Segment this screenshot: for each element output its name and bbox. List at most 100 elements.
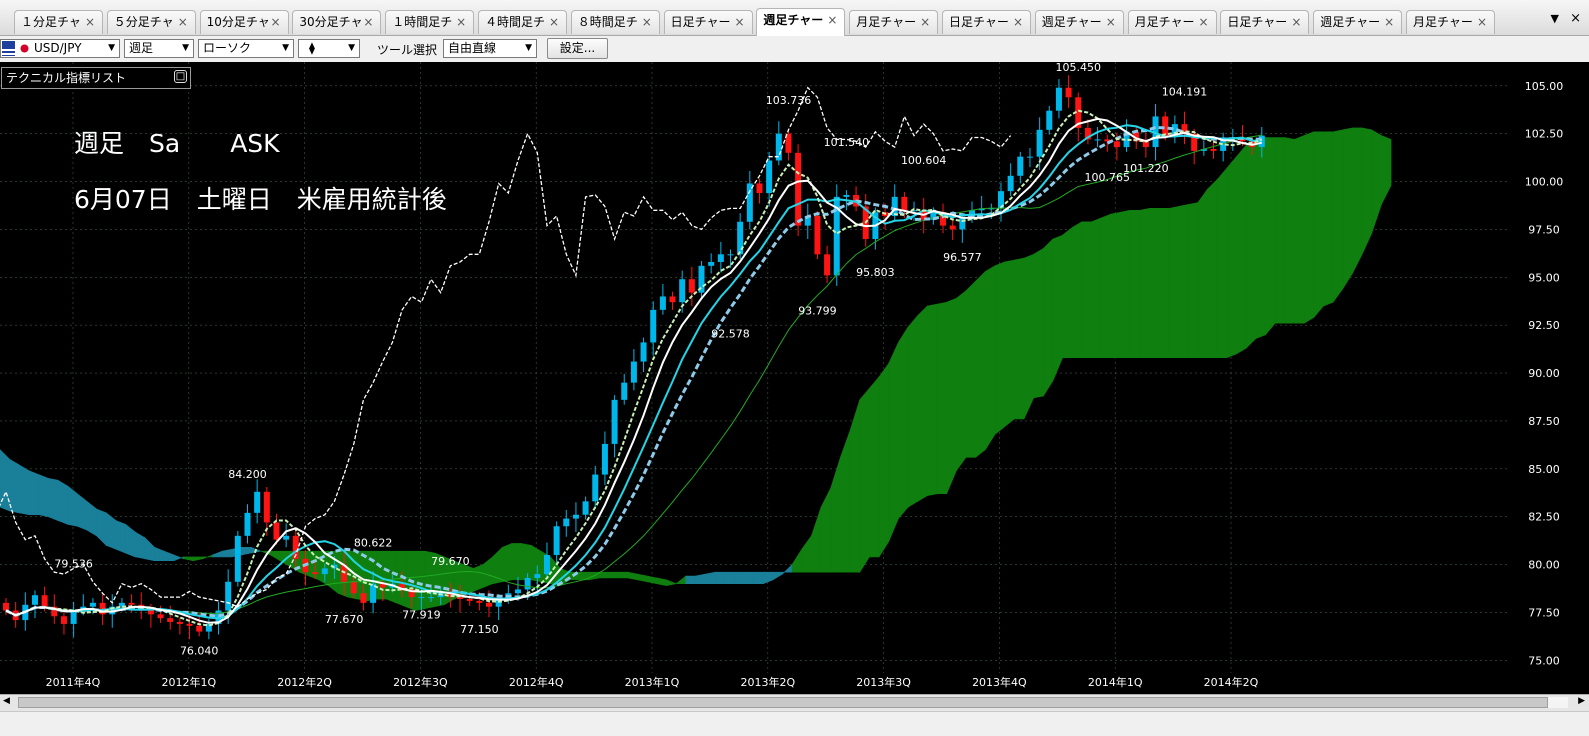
candle-body xyxy=(263,491,270,523)
cloud-segment xyxy=(898,326,909,520)
symbol-select[interactable]: USD/JPY ▼ xyxy=(0,39,120,58)
candle-body xyxy=(795,152,802,226)
tab-10[interactable]: 日足チャー × xyxy=(942,10,1031,34)
cloud-segment xyxy=(308,550,320,581)
cloud-segment xyxy=(1226,155,1237,359)
tab-15[interactable]: 月足チャー × xyxy=(1406,10,1495,34)
y-tick-label: 100.00 xyxy=(1525,176,1564,189)
tab-2[interactable]: 10分足チャ × xyxy=(199,10,289,34)
tab-close-icon[interactable]: × xyxy=(920,11,930,33)
candle-body xyxy=(514,589,521,594)
scroll-left-arrow-icon[interactable]: ◀ xyxy=(3,696,10,706)
tab-5[interactable]: ４時間足チ × xyxy=(478,10,567,34)
tab-close-icon[interactable]: × xyxy=(549,11,559,33)
candle-body xyxy=(611,399,618,444)
tab-1[interactable]: ５分足チャ × xyxy=(106,10,196,34)
candle-body xyxy=(31,595,38,605)
candle-body xyxy=(283,535,290,540)
candle-body xyxy=(717,254,724,262)
cloud-segment xyxy=(849,399,861,573)
cloud-segment xyxy=(1023,253,1034,420)
tab-14[interactable]: 週足チャー × xyxy=(1313,10,1403,34)
horizontal-scrollbar[interactable]: ◀ ▶ xyxy=(0,694,1589,711)
period-select[interactable]: 週足 ▼ xyxy=(124,39,194,58)
price-chart[interactable]: 105.450104.191103.736101.540100.604100.7… xyxy=(0,61,1589,694)
tab-close-icon[interactable]: × xyxy=(1106,11,1116,33)
candle-body xyxy=(1055,87,1062,111)
tab-list-dropdown-icon[interactable]: ▼ xyxy=(1551,12,1559,25)
candle-body xyxy=(196,625,203,632)
tab-11[interactable]: 週足チャー × xyxy=(1034,10,1124,34)
tab-close-icon[interactable]: × xyxy=(456,11,466,33)
tab-close-icon[interactable]: × xyxy=(827,9,837,31)
tab-close-icon[interactable]: × xyxy=(363,11,373,33)
tab-label: 週足チャー xyxy=(1320,15,1381,29)
tab-close-icon[interactable]: × xyxy=(178,11,188,33)
cloud-segment xyxy=(1178,204,1189,359)
candle-body xyxy=(1210,148,1217,151)
tab-close-icon[interactable]: × xyxy=(642,11,652,33)
panel-toggle-icon[interactable]: □ xyxy=(174,70,187,83)
tab-3[interactable]: 30分足チャ × xyxy=(292,10,382,34)
y-tick-label: 75.00 xyxy=(1528,654,1560,667)
tab-0[interactable]: １分足チャ × xyxy=(14,10,103,34)
price-annotation: 79.670 xyxy=(431,555,470,568)
tab-close-icon[interactable]: × xyxy=(1384,11,1394,33)
tab-close-icon[interactable]: × xyxy=(1291,11,1301,33)
close-all-tabs-icon[interactable]: × xyxy=(1570,11,1581,26)
y-tick-label: 82.50 xyxy=(1528,511,1560,524)
tab-4[interactable]: １時間足チ × xyxy=(385,10,475,34)
candle-body xyxy=(630,361,637,383)
drawing-tool-select[interactable]: 自由直線 ▼ xyxy=(443,39,537,58)
y-tick-label: 102.50 xyxy=(1525,128,1564,141)
tab-close-icon[interactable]: × xyxy=(1477,11,1487,33)
candle-body xyxy=(814,216,821,255)
tab-label: ８時間足チ xyxy=(577,15,638,29)
cloud-segment xyxy=(1255,137,1266,340)
candle-body xyxy=(824,254,831,276)
tab-12[interactable]: 月足チャー × xyxy=(1127,10,1217,34)
cloud-segment xyxy=(19,464,30,516)
tab-close-icon[interactable]: × xyxy=(735,11,745,33)
cloud-segment xyxy=(115,520,126,554)
tab-close-icon[interactable]: × xyxy=(85,11,95,33)
cloud-segment xyxy=(502,543,513,583)
chart-area[interactable]: 105.450 104.191 103.736 101.540 100.604 100.7… xyxy=(0,61,1589,694)
cloud-segment xyxy=(57,479,68,525)
indicator-list-panel[interactable]: テクニカル指標リスト □ xyxy=(1,67,191,89)
cloud-segment xyxy=(994,261,1005,435)
tab-close-icon[interactable]: × xyxy=(1013,11,1023,33)
candle-body xyxy=(1017,156,1024,176)
candle-body xyxy=(1026,156,1033,158)
candle-body xyxy=(601,443,608,475)
price-annotation: 84.200 xyxy=(228,468,267,481)
tab-8[interactable]: 週足チャー × xyxy=(756,8,846,36)
tab-7[interactable]: 日足チャー × xyxy=(663,10,753,34)
settings-button[interactable]: 設定... xyxy=(547,38,608,59)
scroll-right-arrow-icon[interactable]: ▶ xyxy=(1578,696,1585,706)
tab-9[interactable]: 月足チャー × xyxy=(849,10,939,34)
cloud-segment xyxy=(1004,259,1015,428)
candle-body xyxy=(418,597,425,599)
tab-label: 月足チャー xyxy=(1134,15,1195,29)
style-select[interactable]: ⧫ ▼ xyxy=(298,39,360,58)
candle-body xyxy=(1046,110,1053,130)
candle-body xyxy=(128,602,135,605)
chart-type-select[interactable]: ローソク ▼ xyxy=(198,39,294,58)
tab-6[interactable]: ８時間足チ × xyxy=(570,10,660,34)
tab-13[interactable]: 日足チャー × xyxy=(1220,10,1310,34)
cloud-segment xyxy=(1052,234,1063,381)
scroll-thumb[interactable] xyxy=(18,697,1548,708)
candle-body xyxy=(592,474,599,502)
tab-close-icon[interactable]: × xyxy=(271,11,281,33)
price-annotation: 76.040 xyxy=(180,644,219,657)
tab-label: 週足チャー xyxy=(1041,15,1102,29)
tab-label: １時間足チ xyxy=(392,15,453,29)
cloud-segment xyxy=(598,571,609,579)
y-tick-label: 80.00 xyxy=(1528,559,1560,572)
cloud-segment xyxy=(724,571,735,585)
price-annotation: 79.536 xyxy=(54,557,93,570)
candle-body xyxy=(534,574,541,578)
tab-close-icon[interactable]: × xyxy=(1199,11,1209,33)
chevron-down-icon: ▼ xyxy=(525,43,532,53)
